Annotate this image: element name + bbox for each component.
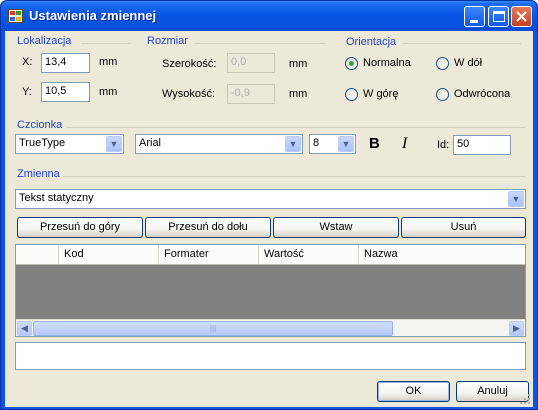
height-input: -0,9 bbox=[227, 84, 275, 104]
dialog-window: Ustawienia zmiennej Lokalizacja X: 13,4 … bbox=[0, 0, 538, 410]
orientation-group-label: Orientacja bbox=[346, 36, 397, 48]
window-title: Ustawienia zmiennej bbox=[29, 8, 157, 23]
bold-button[interactable]: B bbox=[369, 135, 380, 152]
font-type-value: TrueType bbox=[19, 137, 66, 149]
resize-grip-icon[interactable] bbox=[519, 393, 531, 405]
font-size-value: 8 bbox=[313, 137, 320, 149]
y-label: Y: bbox=[22, 86, 32, 98]
scroll-right-icon[interactable]: ▶ bbox=[509, 321, 524, 336]
size-group-line bbox=[195, 43, 325, 44]
scroll-left-icon[interactable]: ◀ bbox=[17, 321, 32, 336]
move-up-button[interactable]: Przesuń do góry bbox=[17, 217, 143, 238]
x-input[interactable]: 13,4 bbox=[41, 53, 90, 73]
font-type-select[interactable]: TrueType ▼ bbox=[15, 134, 124, 154]
id-input[interactable]: 50 bbox=[453, 135, 511, 155]
font-group-label: Czcionka bbox=[17, 119, 63, 131]
horizontal-scrollbar[interactable]: ◀ ||| ▶ bbox=[16, 319, 525, 336]
width-unit: mm bbox=[289, 58, 308, 70]
radio-w-gore-label[interactable]: W górę bbox=[363, 88, 398, 100]
column-header-nazwa[interactable]: Nazwa bbox=[358, 245, 525, 264]
radio-w-dol-label[interactable]: W dół bbox=[454, 57, 482, 69]
chevron-down-icon[interactable]: ▼ bbox=[508, 191, 524, 207]
preview-field[interactable] bbox=[15, 342, 526, 370]
height-unit: mm bbox=[289, 88, 308, 100]
delete-button[interactable]: Usuń bbox=[401, 217, 526, 238]
id-label: Id: bbox=[437, 139, 450, 151]
size-group-label: Rozmiar bbox=[147, 35, 188, 47]
width-label: Szerokość: bbox=[162, 58, 217, 70]
font-name-value: Arial bbox=[139, 137, 162, 149]
radio-odwrocona-label[interactable]: Odwrócona bbox=[454, 88, 510, 100]
chevron-down-icon[interactable]: ▼ bbox=[106, 136, 122, 152]
height-label: Wysokość: bbox=[162, 88, 216, 100]
column-header-kod[interactable]: Kod bbox=[58, 245, 158, 264]
variable-group-line bbox=[63, 176, 525, 177]
variable-type-value: Tekst statyczny bbox=[19, 192, 94, 204]
italic-button[interactable]: I bbox=[402, 135, 407, 153]
variables-table[interactable]: Kod Formater Wartość Nazwa ◀ ||| ▶ bbox=[15, 244, 526, 337]
title-bar[interactable]: Ustawienia zmiennej bbox=[1, 1, 537, 31]
maximize-icon bbox=[493, 11, 505, 22]
font-group-line bbox=[67, 127, 525, 128]
minimize-button[interactable] bbox=[464, 6, 485, 27]
dialog-client-area: Lokalizacja X: 13,4 mm Y: 10,5 mm Rozmia… bbox=[5, 31, 533, 407]
radio-odwrocona[interactable] bbox=[436, 88, 449, 101]
app-icon bbox=[8, 9, 23, 23]
chevron-down-icon[interactable]: ▼ bbox=[285, 136, 301, 152]
scrollbar-thumb[interactable]: ||| bbox=[33, 321, 393, 336]
move-down-button[interactable]: Przesuń do dołu bbox=[145, 217, 271, 238]
location-group-label: Lokalizacja bbox=[17, 35, 72, 47]
close-button[interactable] bbox=[511, 6, 532, 27]
y-unit: mm bbox=[99, 86, 118, 98]
variable-type-select[interactable]: Tekst statyczny ▼ bbox=[15, 189, 526, 209]
x-label: X: bbox=[22, 56, 33, 68]
ok-button[interactable]: OK bbox=[377, 381, 450, 402]
radio-w-dol[interactable] bbox=[436, 57, 449, 70]
orientation-group-line bbox=[403, 43, 521, 44]
radio-normalna[interactable] bbox=[345, 57, 358, 70]
radio-normalna-label[interactable]: Normalna bbox=[363, 57, 411, 69]
font-name-select[interactable]: Arial ▼ bbox=[135, 134, 303, 154]
column-header-wartosc[interactable]: Wartość bbox=[258, 245, 358, 264]
y-input[interactable]: 10,5 bbox=[41, 82, 90, 102]
x-unit: mm bbox=[99, 56, 118, 68]
font-size-select[interactable]: 8 ▼ bbox=[309, 134, 356, 154]
insert-button[interactable]: Wstaw bbox=[273, 217, 399, 238]
table-header: Kod Formater Wartość Nazwa bbox=[16, 245, 525, 265]
radio-w-gore[interactable] bbox=[345, 88, 358, 101]
row-header-column bbox=[16, 245, 58, 264]
maximize-button[interactable] bbox=[488, 6, 509, 27]
close-icon bbox=[516, 11, 527, 22]
chevron-down-icon[interactable]: ▼ bbox=[338, 136, 354, 152]
column-header-formater[interactable]: Formater bbox=[158, 245, 258, 264]
minimize-icon bbox=[470, 20, 478, 23]
width-input: 0,0 bbox=[227, 53, 275, 73]
location-group-line bbox=[81, 43, 131, 44]
variable-group-label: Zmienna bbox=[17, 168, 60, 180]
